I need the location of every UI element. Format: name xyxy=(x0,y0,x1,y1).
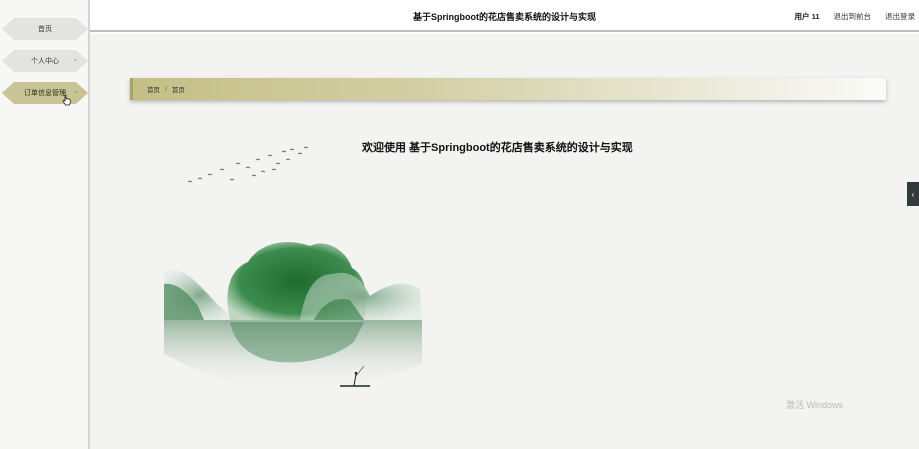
main-content: 首页 / 首页 欢迎使用 基于Springboot的花店售卖系统的设计与实现 xyxy=(90,34,919,449)
welcome-heading: 欢迎使用 基于Springboot的花店售卖系统的设计与实现 xyxy=(362,142,633,154)
top-bar: 基于Springboot的花店售卖系统的设计与实现 用户 11 退出到前台 退出… xyxy=(90,0,919,32)
breadcrumb-item-current: 首页 xyxy=(171,87,185,94)
sidebar-item-label: 个人中心 xyxy=(31,58,59,65)
ink-landscape-illustration xyxy=(164,242,422,391)
sidebar-item-label: 首页 xyxy=(38,26,52,33)
sidebar-item-order-management[interactable]: 订单信息管理 ⌄ xyxy=(2,82,88,104)
chevron-down-icon: ⌄ xyxy=(72,89,78,95)
sidebar-item-home[interactable]: 首页 xyxy=(2,18,88,40)
user-label: 用户 11 xyxy=(794,12,820,21)
sidebar-item-label: 订单信息管理 xyxy=(24,90,66,97)
flying-birds-illustration xyxy=(187,146,309,183)
hand-pointer-cursor-icon xyxy=(62,94,71,106)
breadcrumb-item-home[interactable]: 首页 xyxy=(147,84,160,94)
breadcrumb-separator: / xyxy=(165,85,167,93)
side-panel-toggle[interactable]: ‹ xyxy=(907,182,919,206)
breadcrumb: 首页 / 首页 xyxy=(130,78,886,100)
back-to-front-link[interactable]: 退出到前台 xyxy=(834,11,872,22)
chevron-left-icon: ‹ xyxy=(911,189,915,199)
top-right-actions: 用户 11 退出到前台 退出登录 xyxy=(794,11,915,22)
logout-link[interactable]: 退出登录 xyxy=(885,11,915,22)
windows-activation-watermark: 激活 Windows xyxy=(785,400,843,410)
chevron-down-icon: ⌄ xyxy=(72,57,78,63)
sidebar: 首页 个人中心 ⌄ 订单信息管理 ⌄ xyxy=(0,0,90,449)
sidebar-item-personal-center[interactable]: 个人中心 ⌄ xyxy=(2,50,88,72)
